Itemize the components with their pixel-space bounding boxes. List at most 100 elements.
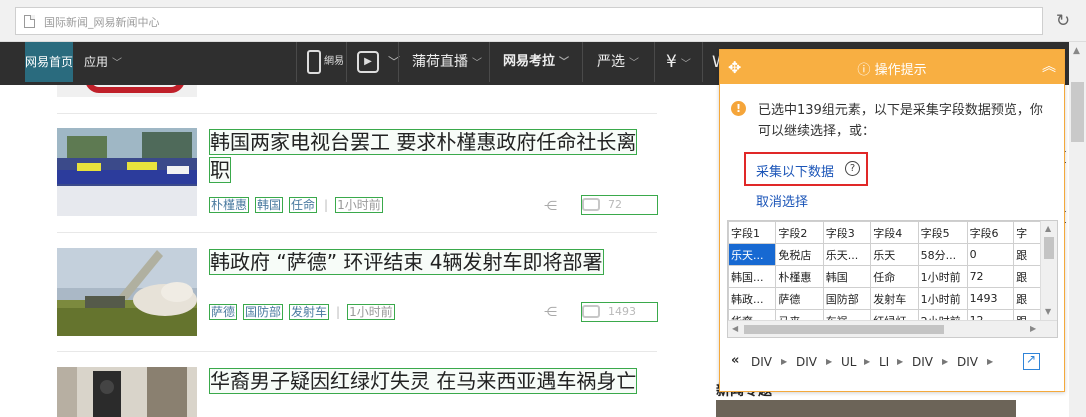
address-text: 国际新闻_网易新闻中心	[44, 16, 160, 29]
path-node[interactable]: DIV	[912, 355, 933, 369]
address-bar[interactable]: 国际新闻_网易新闻中心	[15, 7, 1043, 35]
mobile-phone-icon[interactable]	[307, 50, 321, 74]
open-external-icon[interactable]	[1023, 352, 1040, 370]
nav-home-link[interactable]: 网易首页	[25, 42, 73, 82]
chevron-down-icon: ﹀	[112, 58, 123, 69]
selection-message: 已选中139组元素，以下是采集字段数据预览，你可以继续选择，或：	[758, 103, 1043, 139]
table-cell[interactable]: 0	[966, 243, 1015, 266]
table-cell[interactable]: 1小时前	[917, 265, 968, 288]
reload-icon[interactable]: ↻	[1053, 11, 1073, 31]
table-cell[interactable]: 58分...	[917, 243, 968, 266]
scroll-thumb[interactable]	[744, 325, 944, 334]
nav-apps-menu[interactable]: 应用 ﹀	[84, 42, 122, 82]
nav-item-live[interactable]: 蒲荷直播 ﹀	[412, 42, 482, 82]
article-tag[interactable]: 国防部	[243, 304, 284, 320]
chevron-down-icon: ﹀	[472, 58, 482, 69]
article-title-line: 职	[209, 157, 231, 183]
article-title-link[interactable]: 华裔男子疑因红绿灯失灵 在马来西亚遇车祸身亡	[208, 367, 640, 395]
nav-item-yanxuan[interactable]: 严选 ﹀	[597, 42, 639, 82]
table-cell[interactable]: 国防部	[822, 287, 872, 310]
article-tag[interactable]: 发射车	[289, 304, 330, 320]
column-header[interactable]: 字段5	[917, 221, 968, 244]
article-thumbnail[interactable]	[57, 367, 197, 417]
article-title-link[interactable]: 韩国两家电视台罢工 要求朴槿惠政府任命社长离职	[208, 128, 640, 184]
column-header[interactable]: 字段3	[822, 221, 872, 244]
nav-divider	[346, 42, 347, 82]
table-cell[interactable]: 任命	[870, 265, 919, 288]
page-scrollbar[interactable]: ▲	[1069, 42, 1086, 417]
article-tag[interactable]: 韩国	[255, 197, 284, 213]
article-title-link[interactable]: 韩政府 “萨德” 环评结束 4辆发射车即将部署	[209, 248, 640, 276]
table-cell[interactable]: 1493	[966, 287, 1015, 310]
table-cell[interactable]: 乐天	[870, 243, 919, 266]
previous-article-thumbnail[interactable]	[57, 85, 197, 97]
scroll-down-icon[interactable]: ▼	[1045, 307, 1051, 316]
comment-count[interactable]: 1493	[581, 302, 658, 322]
scroll-thumb[interactable]	[1071, 82, 1084, 142]
table-cell[interactable]: 72	[966, 265, 1015, 288]
share-icon[interactable]: ⋲	[544, 305, 558, 320]
panel-header[interactable]: ✥ ⓘ 操作提示 ︽	[720, 50, 1064, 84]
nav-divider	[702, 42, 703, 82]
nav-divider	[489, 42, 490, 82]
info-icon: ⓘ	[857, 63, 871, 78]
nav-item-finance[interactable]: ¥ ﹀	[666, 42, 691, 82]
article-divider	[57, 113, 657, 114]
table-cell[interactable]: 韩政...	[728, 287, 777, 310]
table-vertical-scrollbar[interactable]: ▲ ▼	[1040, 221, 1057, 321]
chevron-right-icon: ▶	[864, 357, 871, 366]
article-tag[interactable]: 任命	[289, 197, 318, 213]
share-icon[interactable]: ⋲	[544, 199, 558, 214]
path-back-icon[interactable]: «	[731, 353, 739, 368]
scroll-left-icon[interactable]: ◀	[732, 324, 738, 333]
table-cell[interactable]: 朴槿惠	[775, 265, 824, 288]
comment-count-value: 72	[608, 198, 622, 211]
cancel-selection-link[interactable]: 取消选择	[756, 191, 808, 210]
column-header[interactable]: 字段6	[966, 221, 1015, 244]
column-header[interactable]: 字段4	[870, 221, 919, 244]
article-thumbnail[interactable]	[57, 248, 197, 336]
scroll-thumb[interactable]	[1044, 237, 1054, 259]
chevron-down-icon: ﹀	[680, 59, 691, 70]
path-node[interactable]: DIV	[751, 355, 772, 369]
preview-table[interactable]: 字段1 字段2 字段3 字段4 字段5 字段6 字 乐天... 免税店 乐天..…	[727, 220, 1058, 338]
panel-title: ⓘ 操作提示	[720, 59, 1064, 78]
table-cell[interactable]: 乐天...	[728, 243, 777, 266]
nav-divider	[296, 42, 297, 82]
collect-data-label: 采集以下数据	[756, 165, 835, 180]
scroll-right-icon[interactable]: ▶	[1030, 324, 1036, 333]
chevron-right-icon: ▶	[987, 357, 994, 366]
column-header[interactable]: 字段1	[728, 221, 777, 244]
path-node[interactable]: UL	[841, 355, 856, 369]
article-title-line: 韩政府 “萨德” 环评结束 4辆发射车即将部署	[209, 249, 604, 275]
scroll-up-icon[interactable]: ▲	[1073, 46, 1080, 56]
table-cell[interactable]: 乐天...	[822, 243, 872, 266]
collapse-icon[interactable]: ︽	[1042, 56, 1056, 76]
help-icon[interactable]: ?	[845, 161, 860, 176]
table-horizontal-scrollbar[interactable]: ◀ ▶	[728, 320, 1057, 337]
table-cell[interactable]: 免税店	[775, 243, 824, 266]
path-node[interactable]: DIV	[796, 355, 817, 369]
table-cell[interactable]: 韩国	[822, 265, 872, 288]
column-header[interactable]: 字段2	[775, 221, 824, 244]
video-play-icon[interactable]: ▶	[357, 51, 379, 73]
article-tag[interactable]: 朴槿惠	[208, 197, 250, 213]
operation-tip-panel: ✥ ⓘ 操作提示 ︽ ! 已选中139组元素，以下是采集字段数据预览，你可以继续…	[719, 49, 1065, 392]
article-thumbnail[interactable]	[57, 128, 197, 216]
chevron-right-icon: ▶	[897, 357, 904, 366]
table-row: 韩国... 朴槿惠 韩国 任命 1小时前 72 跟	[728, 265, 1057, 288]
table-cell[interactable]: 1小时前	[917, 287, 968, 310]
comment-count[interactable]: 72	[581, 195, 658, 215]
table-cell[interactable]: 发射车	[870, 287, 919, 310]
path-node[interactable]: LI	[879, 355, 889, 369]
article-tag[interactable]: 萨德	[208, 304, 238, 320]
path-node[interactable]: DIV	[957, 355, 978, 369]
nav-item-kaola[interactable]: 网易考拉 ﹀	[503, 42, 569, 82]
table-cell[interactable]: 韩国...	[728, 265, 777, 288]
table-cell[interactable]: 萨德	[775, 287, 824, 310]
sidebar-image[interactable]	[716, 400, 1016, 417]
scroll-up-icon[interactable]: ▲	[1045, 224, 1051, 233]
collect-data-button[interactable]: 采集以下数据 ?	[744, 152, 868, 186]
chevron-down-icon: ﹀	[629, 58, 639, 69]
chevron-right-icon: ▶	[826, 357, 833, 366]
